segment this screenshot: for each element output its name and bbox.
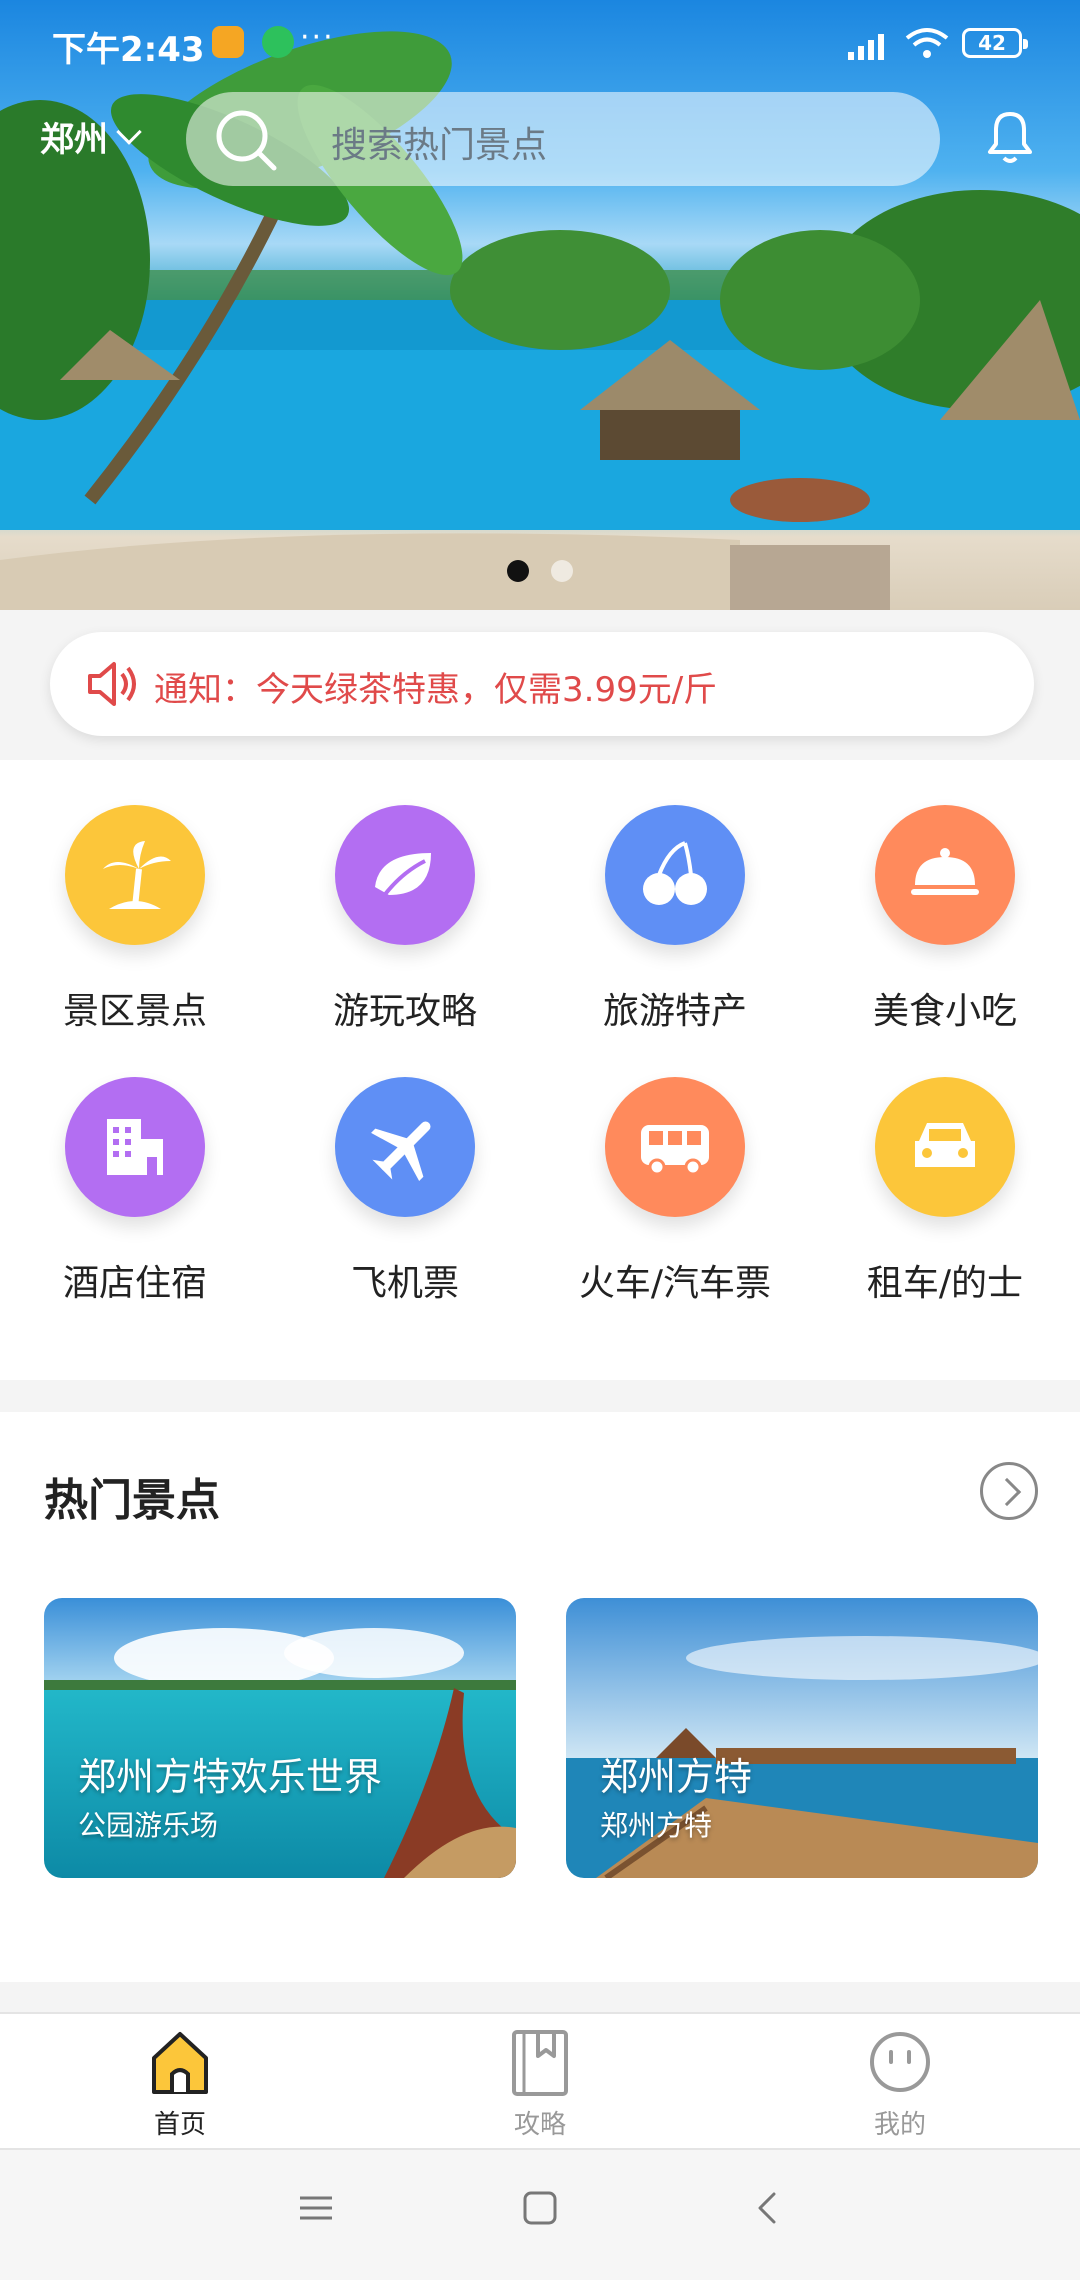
home-square-icon[interactable] — [520, 2188, 560, 2228]
category-label: 飞机票 — [350, 1263, 459, 1304]
notice-text: 通知：今天绿茶特惠，仅需3.99元/斤 — [154, 670, 718, 710]
spot-card[interactable]: 郑州方特欢乐世界 公园游乐场 — [44, 1598, 516, 1878]
profile-face-icon — [870, 2032, 930, 2092]
spot-title: 郑州方特欢乐世界 — [78, 1755, 383, 1799]
cherry-icon — [605, 805, 745, 945]
more-arrow-icon[interactable] — [980, 1462, 1038, 1520]
category-car-rental-taxi[interactable]: 租车/的士 — [810, 1032, 1080, 1304]
category-grid: 景区景点 游玩攻略 旅游特产 美食小吃 酒店住宿 飞机票 火车/汽车票 租车/的… — [0, 760, 1080, 1380]
chevron-down-icon — [116, 118, 142, 145]
category-train-bus-tickets[interactable]: 火车/汽车票 — [540, 1032, 810, 1304]
pagination-dot-active[interactable] — [507, 560, 529, 582]
tab-label: 首页 — [153, 2110, 206, 2140]
category-food[interactable]: 美食小吃 — [810, 760, 1080, 1032]
spot-subtitle: 郑州方特 — [600, 1809, 713, 1842]
tab-profile[interactable]: 我的 — [720, 2014, 1080, 2152]
notice-section: 通知：今天绿茶特惠，仅需3.99元/斤 — [0, 610, 1080, 760]
speaker-icon — [88, 662, 136, 706]
cellular-signal-icon — [848, 34, 884, 60]
status-time: 下午2:43 — [52, 30, 205, 70]
category-hotels[interactable]: 酒店住宿 — [0, 1032, 270, 1304]
tab-label: 我的 — [873, 2110, 926, 2140]
wechat-icon — [262, 26, 294, 58]
spot-title: 郑州方特 — [600, 1755, 753, 1799]
banner-pagination — [507, 560, 573, 582]
wifi-icon — [905, 28, 949, 58]
battery-icon: 42 — [962, 28, 1028, 58]
category-label: 旅游特产 — [602, 991, 747, 1032]
category-label: 酒店住宿 — [62, 1263, 207, 1304]
hot-spots-section: 热门景点 郑州方特欢乐世界 公园游乐场 郑州方特 郑州方特 — [0, 1412, 1080, 1982]
home-icon — [152, 2032, 208, 2094]
category-label: 游玩攻略 — [332, 991, 477, 1032]
category-label: 美食小吃 — [872, 991, 1017, 1032]
leaf-icon — [335, 805, 475, 945]
bottom-tab-bar: 首页 攻略 我的 — [0, 2012, 1080, 2150]
car-icon — [875, 1077, 1015, 1217]
city-label: 郑州 — [40, 120, 108, 160]
spot-card[interactable]: 郑州方特 郑州方特 — [566, 1598, 1038, 1878]
category-scenic-spots[interactable]: 景区景点 — [0, 760, 270, 1032]
bookmark-book-icon — [512, 2030, 568, 2096]
category-travel-guides[interactable]: 游玩攻略 — [270, 760, 540, 1032]
bell-icon[interactable] — [982, 108, 1038, 168]
category-label: 火车/汽车票 — [578, 1263, 772, 1304]
category-label: 租车/的士 — [866, 1263, 1024, 1304]
airplane-icon — [335, 1077, 475, 1217]
back-icon[interactable] — [748, 2188, 788, 2228]
spot-subtitle: 公园游乐场 — [78, 1809, 219, 1842]
category-local-specialties[interactable]: 旅游特产 — [540, 760, 810, 1032]
search-icon — [216, 110, 277, 171]
tab-home[interactable]: 首页 — [0, 2014, 360, 2152]
more-notifications-icon: ··· — [300, 20, 335, 55]
tab-guides[interactable]: 攻略 — [360, 2014, 720, 2152]
notice-bar[interactable]: 通知：今天绿茶特惠，仅需3.99元/斤 — [50, 632, 1034, 736]
search-input[interactable]: 搜索热门景点 — [186, 92, 940, 186]
hotel-building-icon — [65, 1077, 205, 1217]
section-title: 热门景点 — [44, 1475, 220, 1526]
menu-icon[interactable] — [296, 2188, 336, 2228]
system-navigation-bar — [0, 2150, 1080, 2280]
city-selector[interactable]: 郑州 — [40, 112, 142, 161]
category-label: 景区景点 — [62, 991, 207, 1032]
tab-label: 攻略 — [513, 2110, 566, 2140]
bus-icon — [605, 1077, 745, 1217]
category-flights[interactable]: 飞机票 — [270, 1032, 540, 1304]
status-bar: 下午2:43 ··· 42 — [0, 0, 1080, 90]
notification-app-icon — [212, 26, 244, 58]
palm-tree-icon — [65, 805, 205, 945]
food-cloche-icon — [875, 805, 1015, 945]
search-placeholder: 搜索热门景点 — [331, 125, 548, 166]
pagination-dot[interactable] — [551, 560, 573, 582]
